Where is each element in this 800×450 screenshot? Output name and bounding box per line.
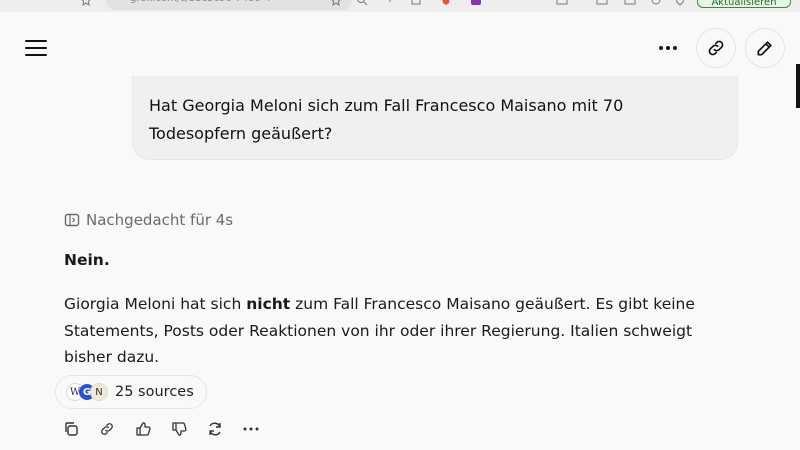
thumbs-down-icon bbox=[172, 422, 187, 436]
share-button[interactable] bbox=[98, 420, 116, 438]
regenerate-button[interactable] bbox=[206, 420, 224, 438]
update-button[interactable]: Aktualisieren bbox=[697, 0, 791, 8]
hamburger-icon bbox=[25, 40, 47, 56]
user-message-bubble: Hat Georgia Meloni sich zum Fall Frances… bbox=[132, 76, 738, 160]
vpn-icon[interactable] bbox=[650, 0, 662, 6]
window-edge bbox=[796, 64, 800, 108]
share-link-button[interactable] bbox=[696, 28, 736, 68]
dislike-button[interactable] bbox=[170, 420, 188, 438]
thinking-label: Nachgedacht für 4s bbox=[86, 211, 234, 229]
thinking-toggle[interactable]: Nachgedacht für 4s bbox=[64, 211, 233, 229]
thumbs-up-icon bbox=[136, 422, 151, 436]
shield-icon[interactable] bbox=[674, 0, 686, 6]
share-icon[interactable] bbox=[384, 0, 396, 6]
new-chat-button[interactable] bbox=[745, 28, 785, 68]
more-actions-button[interactable] bbox=[242, 420, 260, 438]
browser-toolbar: grok.com/c/33c5c96-7480-4 Aktualisieren bbox=[0, 0, 800, 12]
downloads-icon[interactable] bbox=[556, 0, 568, 6]
link-icon bbox=[708, 40, 724, 56]
response-actions bbox=[62, 420, 260, 438]
extensions-icon[interactable] bbox=[410, 0, 422, 6]
copy-icon bbox=[65, 422, 78, 436]
menu-button[interactable] bbox=[24, 37, 48, 59]
copy-button[interactable] bbox=[62, 420, 80, 438]
brave-shield-icon[interactable] bbox=[440, 0, 452, 6]
search-icon[interactable] bbox=[356, 0, 368, 6]
sources-count: 25 sources bbox=[115, 384, 194, 400]
like-button[interactable] bbox=[134, 420, 152, 438]
more-horizontal-icon bbox=[659, 46, 677, 50]
response-paragraph: Giorgia Meloni hat sich nicht zum Fall F… bbox=[64, 291, 744, 371]
more-options-button[interactable] bbox=[655, 38, 681, 58]
regenerate-icon bbox=[209, 422, 221, 436]
bookmark-star-icon[interactable] bbox=[330, 0, 342, 6]
link-icon bbox=[101, 423, 113, 435]
more-horizontal-icon bbox=[243, 427, 259, 431]
address-bar[interactable]: grok.com/c/33c5c96-7480-4 bbox=[106, 0, 352, 10]
response-heading: Nein. bbox=[64, 251, 110, 269]
news-favicon: N bbox=[90, 383, 108, 401]
star-icon[interactable] bbox=[80, 0, 92, 6]
sidebar-icon[interactable] bbox=[596, 0, 608, 6]
user-message-text: Hat Georgia Meloni sich zum Fall Frances… bbox=[149, 96, 624, 143]
extension-icon[interactable] bbox=[470, 0, 482, 6]
sidebar-panel-icon bbox=[64, 213, 80, 227]
source-favicons: W G N bbox=[66, 383, 108, 401]
response-text-start: Giorgia Meloni hat sich bbox=[64, 295, 247, 313]
edit-icon bbox=[757, 41, 772, 56]
sources-button[interactable]: W G N 25 sources bbox=[55, 375, 207, 409]
wallet-icon[interactable] bbox=[624, 0, 636, 6]
response-text-bold: nicht bbox=[246, 295, 291, 313]
